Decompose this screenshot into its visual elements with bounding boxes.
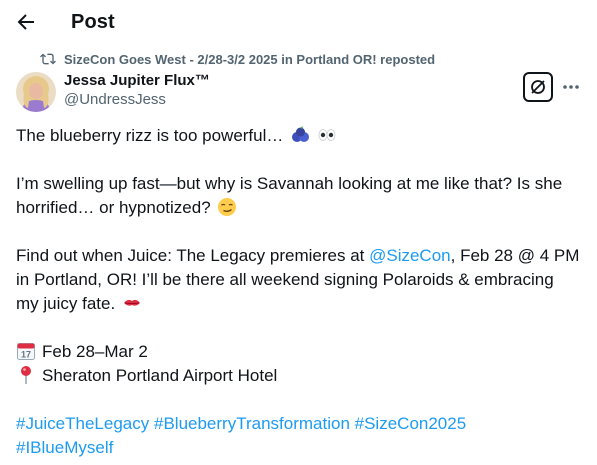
eyes-emoji — [318, 129, 336, 141]
hashtag-link[interactable]: #JuiceTheLegacy — [16, 414, 149, 433]
grok-button[interactable] — [523, 72, 553, 102]
post-line: The blueberry rizz is too powerful… — [16, 126, 284, 145]
hashtag-link[interactable]: #SizeCon2025 — [355, 414, 467, 433]
smirk-emoji — [218, 198, 237, 216]
round-pushpin-emoji — [21, 366, 31, 384]
repost-context[interactable]: SizeCon Goes West - 2/28-3/2 2025 in Por… — [40, 50, 435, 68]
author-handle[interactable]: @UndressJess — [64, 90, 210, 110]
header-bar: Post — [0, 0, 597, 46]
hashtag-link[interactable]: #IBlueMyself — [16, 438, 113, 457]
location-line: Sheraton Portland Airport Hotel — [42, 366, 278, 385]
calendar-emoji: 17 — [17, 343, 35, 360]
arrow-left-icon — [17, 14, 34, 30]
avatar[interactable] — [16, 72, 56, 112]
post-line: in Portland, OR! I’ll be there all weeke… — [16, 270, 554, 289]
kiss-mark-emoji — [123, 299, 140, 306]
calendar-day: 17 — [21, 350, 31, 360]
post-line: I’m swelling up fast—but why is Savannah… — [16, 174, 563, 193]
page-title: Post — [71, 11, 115, 33]
post-line: horrified… or hypnotized? — [16, 198, 211, 217]
hashtag-link[interactable]: #BlueberryTransformation — [154, 414, 350, 433]
author-block: Jessa Jupiter Flux™ @UndressJess — [64, 72, 210, 110]
grok-icon — [531, 80, 545, 94]
back-button[interactable] — [14, 10, 38, 34]
date-line: Feb 28–Mar 2 — [42, 342, 148, 361]
author-name[interactable]: Jessa Jupiter Flux™ — [64, 72, 210, 90]
post-line: , Feb 28 @ 4 PM — [450, 246, 580, 265]
repost-text: SizeCon Goes West - 2/28-3/2 2025 in Por… — [64, 51, 436, 67]
post-line: Find out when Juice: The Legacy premiere… — [16, 246, 370, 265]
post-line: my juicy fate. — [16, 294, 116, 313]
post-text: The blueberry rizz is too powerful… I’m … — [16, 124, 586, 460]
mention-link[interactable]: @SizeCon — [369, 246, 451, 265]
more-button[interactable] — [560, 76, 582, 98]
repost-icon — [40, 53, 56, 65]
blueberry-emoji — [292, 126, 310, 142]
more-icon — [563, 85, 579, 89]
